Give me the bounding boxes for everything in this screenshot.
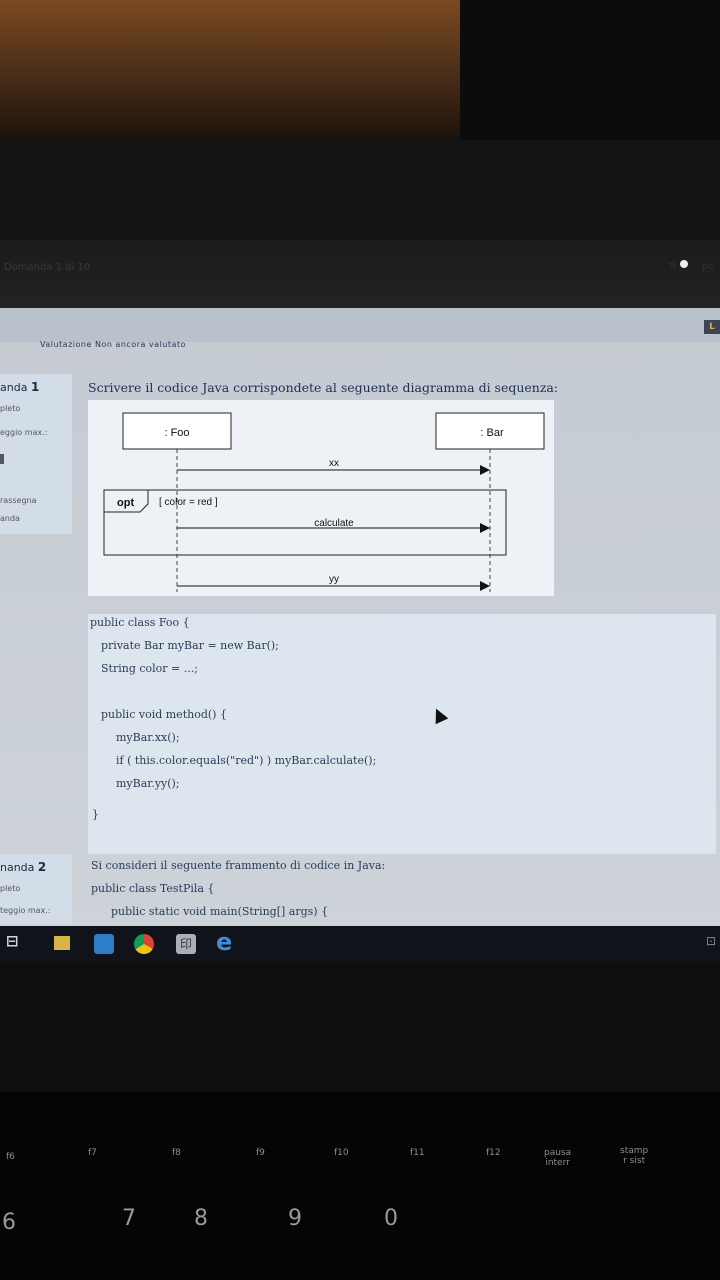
- code-line-7: myBar.yy();: [116, 777, 180, 790]
- site-logo: L: [704, 320, 720, 334]
- opt-label: opt: [117, 497, 134, 509]
- screen-content: L Valutazione Non ancora valutato anda 1…: [0, 308, 720, 938]
- key-f10: f10: [334, 1148, 349, 1158]
- background-light: [0, 0, 460, 140]
- flag-question-link-2[interactable]: anda: [0, 514, 20, 523]
- grading-status: Valutazione Non ancora valutato: [40, 340, 186, 349]
- key-9: 9: [288, 1206, 302, 1231]
- message-yy-label: yy: [329, 574, 339, 585]
- page-header-band: [0, 308, 720, 342]
- question2-info-panel: nanda 2 pleto teggio max.:: [0, 854, 72, 924]
- opt-guard: [ color = red ]: [159, 497, 218, 508]
- code-line-3: String color = ...;: [101, 662, 198, 675]
- browser-toolbar: [0, 240, 720, 310]
- question2-text: Si consideri il seguente frammento di co…: [91, 859, 386, 872]
- background-dark: [460, 0, 720, 140]
- key-6: 6: [2, 1210, 16, 1235]
- file-explorer-icon[interactable]: [54, 936, 70, 950]
- message-yy-arrowhead: [480, 581, 490, 591]
- message-calculate-arrowhead: [480, 523, 490, 533]
- key-0: 0: [384, 1206, 398, 1231]
- key-pause: pausa interr: [544, 1148, 572, 1168]
- laptop-brand-logo: [228, 962, 356, 1032]
- question1-status: pleto: [0, 404, 21, 413]
- keyboard: f6 f7 f8 f9 f10 f11 f12 pausa interr sta…: [0, 1092, 720, 1280]
- message-xx-label: xx: [329, 458, 339, 469]
- task-view-icon[interactable]: ⊟: [6, 932, 26, 952]
- question1-label: anda 1: [0, 380, 40, 394]
- key-print-screen: stamp r sist: [620, 1146, 649, 1166]
- key-f9: f9: [256, 1148, 265, 1158]
- bar-label: : Bar: [480, 427, 504, 439]
- key-f12: f12: [486, 1148, 501, 1158]
- question1-score: eggio max.:: [0, 428, 48, 437]
- monitor-bezel-bottom: [0, 962, 720, 1092]
- pdf-app-icon[interactable]: 印: [176, 934, 196, 954]
- key-8: 8: [194, 1206, 208, 1231]
- code-line-5: myBar.xx();: [116, 731, 180, 744]
- browser-corner-text: po: [702, 262, 714, 272]
- sequence-diagram-svg: : Foo : Bar xx opt [ color = red ] calcu…: [103, 412, 545, 592]
- key-7: 7: [122, 1206, 136, 1231]
- browser-tab-title[interactable]: Domanda 1 di 10: [4, 262, 90, 273]
- question2-label: nanda 2: [0, 860, 47, 874]
- question1-text: Scrivere il codice Java corrispondete al…: [88, 380, 559, 395]
- key-f6: f6: [6, 1152, 15, 1162]
- question2-code-line-2: public static void main(String[] args) {: [111, 905, 329, 918]
- question1-info-panel: anda 1 pleto eggio max.: rassegna anda: [0, 374, 72, 534]
- message-xx-arrowhead: [480, 465, 490, 475]
- windows-taskbar: ⊟ 印 e ⊡: [0, 926, 720, 962]
- edge-icon[interactable]: e: [216, 928, 236, 956]
- code-line-4: public void method() {: [101, 708, 227, 721]
- store-icon[interactable]: [94, 934, 114, 954]
- question2-code-line-1: public class TestPila {: [91, 882, 215, 895]
- key-f11: f11: [410, 1148, 425, 1158]
- code-line-6: if ( this.color.equals("red") ) myBar.ca…: [116, 754, 377, 767]
- flag-icon[interactable]: [0, 454, 4, 464]
- foo-label: : Foo: [164, 427, 189, 439]
- question2-score: teggio max.:: [0, 906, 51, 915]
- code-line-1: public class Foo {: [90, 616, 190, 629]
- monitor-bezel-top: [0, 140, 720, 240]
- code-line-8: }: [92, 808, 99, 821]
- question2-status: pleto: [0, 884, 21, 893]
- bookmark-star-icon[interactable]: ☆: [668, 258, 678, 271]
- chrome-icon[interactable]: [134, 934, 154, 954]
- key-f7: f7: [88, 1148, 97, 1158]
- taskbar-tray-icon[interactable]: ⊡: [706, 934, 720, 954]
- key-f8: f8: [172, 1148, 181, 1158]
- code-line-2: private Bar myBar = new Bar();: [101, 639, 279, 652]
- message-calculate-label: calculate: [314, 518, 354, 529]
- profile-icon[interactable]: [680, 260, 688, 268]
- flag-question-link[interactable]: rassegna: [0, 496, 37, 505]
- sequence-diagram: : Foo : Bar xx opt [ color = red ] calcu…: [88, 400, 554, 596]
